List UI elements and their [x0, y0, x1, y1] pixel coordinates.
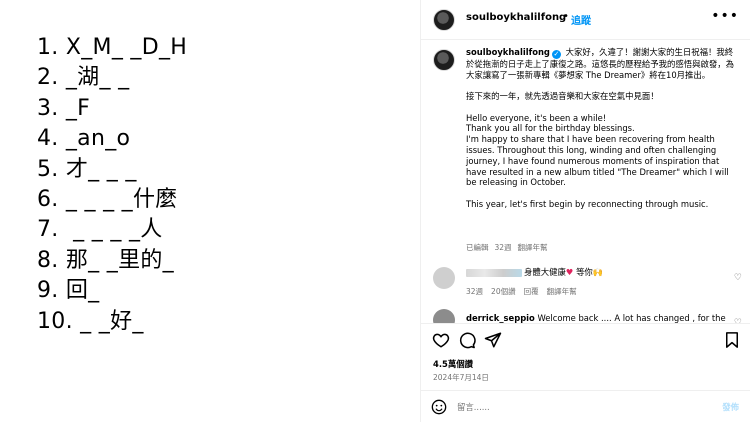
translate-link[interactable]: 翻譯年幫 — [547, 287, 577, 296]
caption-line: Hello everyone, it's been a while! — [466, 112, 607, 123]
caption-body: soulboykhalilfong ✓ 大家好，久違了！謝謝大家的生日祝福！我終於… — [466, 47, 738, 220]
more-icon[interactable]: ••• — [711, 8, 739, 24]
heart-icon[interactable]: ♡ — [734, 273, 742, 283]
reply-button[interactable]: 回覆 — [524, 287, 539, 296]
caption-meta: 已編輯 32週 翻譯年幫 — [466, 242, 554, 253]
comment-input[interactable] — [457, 400, 677, 414]
puzzle-item: 7. _ _ _ _人 — [37, 217, 163, 243]
caption-avatar[interactable] — [433, 49, 455, 71]
caption: soulboykhalilfong ✓ 大家好，久違了！謝謝大家的生日祝福！我終於… — [421, 41, 750, 253]
puzzle-list-image: 1. X_M_ _D_H 2. _湖_ _ 3. _F 4. _an_o 5. … — [0, 0, 420, 422]
blurred-username[interactable] — [466, 269, 522, 277]
comment-icon[interactable] — [458, 331, 476, 349]
comment-meta: 32週 20個讚 回覆 翻譯年幫 — [466, 286, 585, 297]
puzzle-item: 6. _ _ _ _什麼 — [37, 186, 178, 212]
comment-username[interactable]: derrick_seppio — [466, 313, 535, 323]
emoji-icon[interactable] — [431, 399, 447, 415]
caption-username[interactable]: soulboykhalilfong — [466, 47, 550, 57]
puzzle-list: 1. X_M_ _D_H 2. _湖_ _ 3. _F 4. _an_o 5. … — [37, 33, 187, 337]
comment-likes[interactable]: 20個讚 — [491, 287, 516, 296]
puzzle-item: 8. 那_ _里的_ — [37, 247, 174, 273]
caption-paragraph-4: This year, let's first begin by reconnec… — [466, 198, 709, 209]
share-icon[interactable] — [484, 331, 502, 349]
heart-icon[interactable] — [432, 331, 450, 349]
likes-count[interactable]: 4.5萬個讚 — [433, 358, 473, 370]
post-date: 2024年7月14日 — [433, 373, 489, 382]
caption-time[interactable]: 32週 — [495, 243, 512, 252]
comment-avatar[interactable] — [433, 309, 455, 323]
comment: 身體大健康♥ 等你🙌 32週 20個讚 回覆 翻譯年幫 ♡ — [421, 265, 750, 305]
puzzle-item: 4. _an_o — [37, 126, 131, 152]
separator-dot: • — [563, 11, 569, 22]
header-username[interactable]: soulboykhalilfong — [466, 12, 566, 23]
puzzle-item: 10. _ _好_ — [37, 308, 144, 334]
puzzle-item: 2. _湖_ _ — [37, 65, 130, 91]
verified-icon: ✓ — [551, 50, 561, 59]
translate-link[interactable]: 翻譯年幫 — [518, 243, 548, 252]
caption-line: I'm happy to share that I have been reco… — [466, 134, 729, 188]
comment: derrick_seppio Welcome back .... A lot h… — [421, 305, 750, 323]
red-heart-icon: ♥ — [565, 267, 574, 277]
avatar[interactable] — [433, 9, 455, 31]
follow-button[interactable]: 追蹤 — [571, 12, 591, 27]
bookmark-icon[interactable] — [723, 331, 741, 349]
post-panel: soulboykhalilfong • 追蹤 ••• soulboykhalil… — [420, 0, 750, 422]
caption-paragraph-2: 接下來的一年，就先透過音樂和大家在空氣中見面！ — [466, 91, 659, 102]
caption-line: Thank you all for the birthday blessings… — [466, 123, 635, 134]
comment-time[interactable]: 32週 — [466, 287, 483, 296]
post-button[interactable]: 發佈 — [722, 401, 739, 413]
comment-text: 身體大健康♥ 等你🙌 — [524, 267, 604, 277]
comment-text: derrick_seppio Welcome back .... A lot h… — [466, 313, 726, 323]
puzzle-item: 9. 回_ — [37, 278, 100, 304]
comment-avatar[interactable] — [433, 267, 455, 289]
puzzle-item: 1. X_M_ _D_H — [37, 35, 188, 60]
puzzle-item: 3. _F — [37, 95, 91, 121]
puzzle-item: 5. 才_ _ _ — [37, 156, 137, 182]
edited-label: 已編輯 — [466, 243, 489, 252]
add-comment-bar: 發佈 — [421, 390, 750, 422]
action-bar — [421, 323, 750, 353]
post-header: soulboykhalilfong • 追蹤 ••• — [421, 0, 750, 40]
